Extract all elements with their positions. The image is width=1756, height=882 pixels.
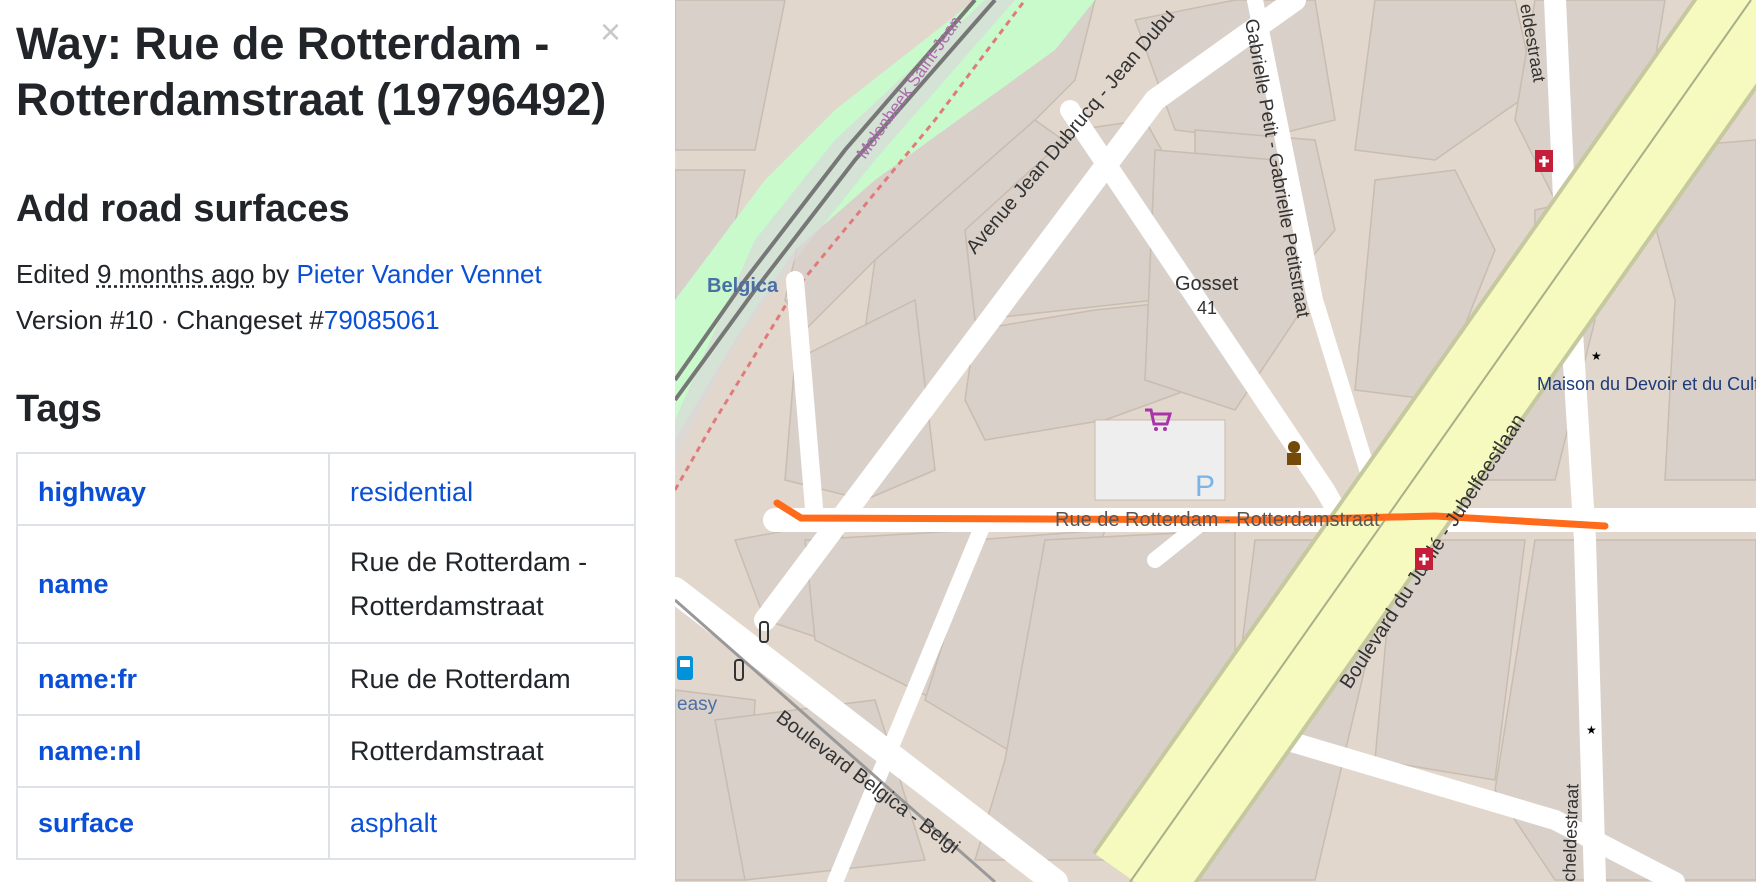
tag-value-highway[interactable]: residential [350, 477, 473, 507]
station-label: Belgica [707, 275, 779, 297]
tags-heading: Tags [16, 388, 102, 430]
tag-key-highway[interactable]: highway [38, 477, 146, 507]
changeset-link[interactable]: 79085061 [324, 305, 440, 335]
street-label-schelde-bottom: cheldestraat [1559, 783, 1582, 882]
poi-label-maison: Maison du Devoir et du Culte [1537, 374, 1756, 394]
tag-row: highway residential [16, 452, 636, 526]
fuel-icon[interactable] [677, 656, 693, 680]
tag-row: name:nl Rotterdamstraat [16, 714, 636, 788]
street-label-rotterdam: Rue de Rotterdam - Rotterdamstraat [1055, 509, 1380, 531]
tag-row: name:fr Rue de Rotterdam [16, 642, 636, 716]
by-word: by [261, 259, 290, 289]
sidebar: Way: Rue de Rotterdam - Rotterdamstraat … [0, 0, 675, 882]
svg-text:★: ★ [1586, 723, 1597, 737]
tag-value-name-nl: Rotterdamstraat [328, 714, 636, 788]
map-view[interactable]: Rue de Rotterdam - Rotterdamstraat Avenu… [675, 0, 1756, 882]
poi-label-easy: easy [677, 694, 718, 715]
svg-text:★: ★ [1591, 349, 1602, 363]
tags-table: highway residential name Rue de Rotterda… [16, 452, 636, 860]
parking-icon[interactable]: P [1195, 470, 1215, 503]
page-title: Way: Rue de Rotterdam - Rotterdamstraat … [16, 18, 607, 125]
pharmacy-icon[interactable] [1535, 150, 1553, 172]
tag-key-name-fr[interactable]: name:fr [38, 664, 137, 694]
tag-value-surface[interactable]: asphalt [350, 808, 437, 838]
place-label-gosset: Gosset [1175, 273, 1239, 295]
edited-prefix: Edited [16, 259, 90, 289]
police-icon[interactable] [1287, 441, 1301, 465]
tag-key-name[interactable]: name [38, 569, 109, 599]
map-canvas[interactable]: Rue de Rotterdam - Rotterdamstraat Avenu… [675, 0, 1756, 882]
tag-row: surface asphalt [16, 786, 636, 860]
place-number-gosset: 41 [1197, 298, 1217, 318]
close-icon[interactable]: × [600, 14, 621, 50]
author-link[interactable]: Pieter Vander Vennet [296, 259, 541, 289]
version-text: Version #10 · Changeset # [16, 305, 324, 335]
tag-row: name Rue de Rotterdam - Rotterdamstraat [16, 524, 636, 644]
pharmacy-icon[interactable] [1415, 548, 1433, 570]
tag-key-name-nl[interactable]: name:nl [38, 736, 142, 766]
tag-key-surface[interactable]: surface [38, 808, 134, 838]
edited-time: 9 months ago [96, 259, 255, 289]
version-info: Version #10 · Changeset #79085061 [16, 303, 440, 337]
tag-value-name-fr: Rue de Rotterdam [328, 642, 636, 716]
tag-value-name: Rue de Rotterdam - Rotterdamstraat [328, 524, 636, 644]
changeset-comment: Add road surfaces [16, 188, 350, 230]
edit-info: Edited 9 months ago by Pieter Vander Ven… [16, 257, 542, 291]
